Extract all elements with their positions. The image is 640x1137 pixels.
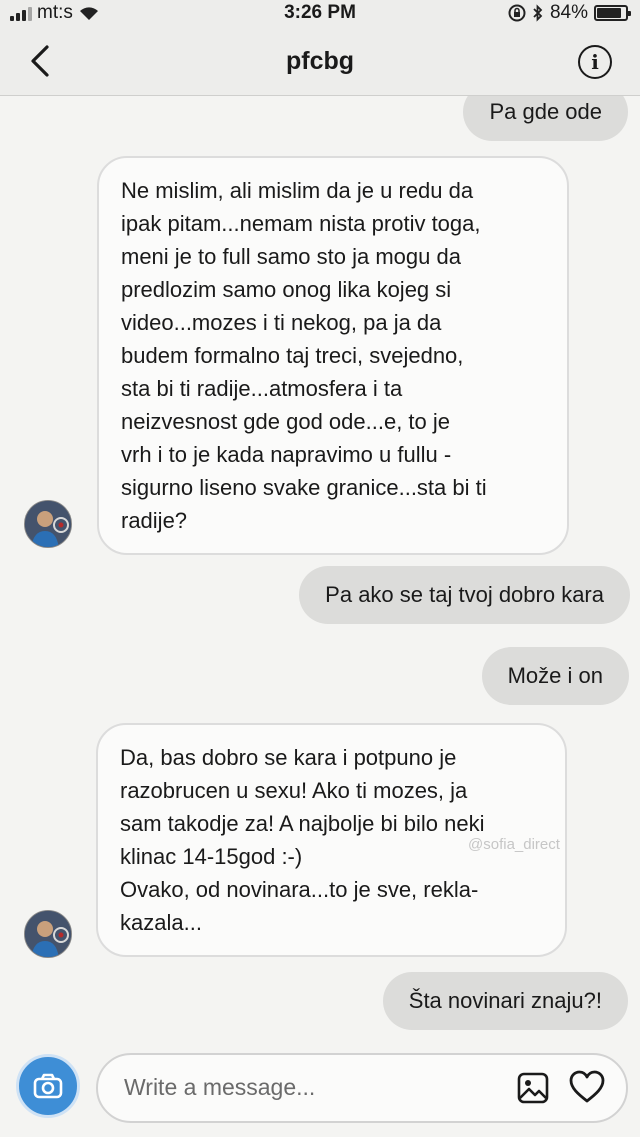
message-text: Pa ako se taj tvoj dobro kara — [325, 582, 604, 607]
message-line: meni je to full samo sto ja mogu da — [121, 244, 461, 269]
sender-avatar[interactable] — [24, 910, 72, 958]
message-line: razobrucen u sexu! Ako ti mozes, ja — [120, 778, 468, 803]
info-icon: i — [591, 50, 599, 74]
message-line: sigurno liseno svake granice...sta bi ti — [121, 475, 487, 500]
message-line: Da, bas dobro se kara i potpuno je — [120, 745, 457, 770]
message-line: radije? — [121, 508, 188, 533]
message-composer: Write a message... — [0, 1041, 640, 1137]
camera-icon — [33, 1073, 63, 1099]
message-input-placeholder: Write a message... — [124, 1074, 316, 1100]
message-line: ipak pitam...nemam nista protiv toga, — [121, 211, 481, 236]
message-line: predlozim samo onog lika kojeg si — [121, 277, 452, 302]
message-text: Može i on — [507, 663, 603, 688]
message-input[interactable]: Write a message... — [96, 1053, 628, 1123]
conversation-header: pfcbg i — [0, 26, 640, 96]
info-button[interactable]: i — [578, 45, 612, 79]
like-button[interactable] — [568, 1069, 606, 1105]
gallery-icon — [517, 1072, 549, 1104]
message-outgoing: Šta novinari znaju?! — [382, 972, 628, 1030]
heart-icon — [569, 1070, 605, 1103]
bluetooth-icon — [533, 4, 543, 22]
sender-avatar[interactable] — [24, 500, 72, 548]
message-incoming: Ne mislim, ali mislim da je u redu da ip… — [97, 156, 569, 555]
orientation-lock-icon — [508, 4, 526, 22]
avatar-image — [25, 501, 71, 547]
conversation-title[interactable]: pfcbg — [0, 47, 640, 76]
status-right: 84% — [508, 2, 631, 24]
message-line: budem formalno taj treci, svejedno, — [121, 343, 464, 368]
battery-icon — [594, 5, 631, 21]
message-line: Ne mislim, ali mislim da je u redu da — [121, 178, 474, 203]
message-line: Ovako, od novinara...to je sve, rekla- — [120, 877, 479, 902]
message-outgoing: Pa gde ode — [463, 96, 628, 141]
camera-button[interactable] — [16, 1054, 80, 1118]
message-line: neizvesnost gde god ode...e, to je — [121, 409, 451, 434]
watermark: @sofia_direct — [468, 836, 560, 853]
message-text: Šta novinari znaju?! — [408, 988, 602, 1013]
message-outgoing: Može i on — [481, 647, 629, 705]
avatar-image — [25, 911, 71, 957]
gallery-button[interactable] — [516, 1071, 550, 1105]
message-line: sta bi ti radije...atmosfera i ta — [121, 376, 403, 401]
message-thread[interactable]: Pa gde ode Ne mislim, ali mislim da je u… — [0, 96, 640, 1041]
battery-percent: 84% — [549, 2, 588, 23]
battery-level — [597, 8, 621, 18]
watermark-text: @sofia_direct — [468, 836, 560, 853]
message-line: kazala... — [120, 910, 202, 935]
message-outgoing: Pa ako se taj tvoj dobro kara — [299, 566, 630, 624]
message-line: vrh i to je kada napravimo u fullu - — [121, 442, 452, 467]
status-bar: mt:s 3:26 PM 84% — [0, 0, 640, 26]
message-line: video...mozes i ti nekog, pa ja da — [121, 310, 442, 335]
message-text: Pa gde ode — [489, 99, 602, 124]
